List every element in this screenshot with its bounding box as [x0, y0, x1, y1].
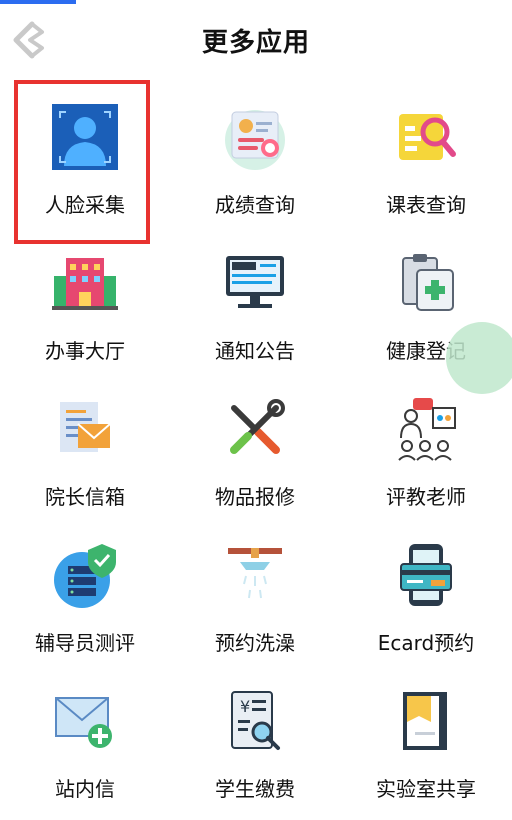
svg-text:¥: ¥	[240, 697, 250, 716]
app-label: 院长信箱	[45, 485, 125, 509]
app-shower-booking[interactable]: 预约洗澡	[170, 524, 340, 670]
teacher-evaluation-icon	[391, 394, 461, 464]
floating-assist-bubble[interactable]	[446, 322, 512, 394]
shower-icon	[220, 540, 290, 610]
app-label: Ecard预约	[377, 631, 475, 655]
mail-add-icon	[50, 686, 120, 756]
app-label: 评教老师	[386, 485, 466, 509]
health-clipboard-icon	[391, 248, 461, 318]
app-counselor-evaluation[interactable]: 辅导员测评	[0, 524, 170, 670]
app-label: 课表查询	[386, 193, 466, 217]
app-internal-message[interactable]: 站内信	[0, 670, 170, 816]
app-label: 辅导员测评	[35, 631, 135, 655]
page-title: 更多应用	[201, 28, 310, 58]
schedule-search-icon	[391, 102, 461, 172]
office-building-icon	[50, 248, 120, 318]
app-student-fees[interactable]: ¥ 学生缴费	[170, 670, 340, 816]
app-label: 通知公告	[215, 339, 295, 363]
app-label: 站内信	[55, 777, 115, 801]
lab-notebook-icon	[391, 686, 461, 756]
mailbox-icon	[50, 394, 120, 464]
grade-report-icon	[220, 102, 290, 172]
server-shield-icon	[50, 540, 120, 610]
repair-tools-icon	[220, 394, 290, 464]
fee-invoice-icon: ¥	[220, 686, 290, 756]
selection-highlight-box	[14, 80, 150, 244]
header: 更多应用	[0, 0, 512, 80]
app-label: 实验室共享	[376, 777, 476, 801]
app-dean-mailbox[interactable]: 院长信箱	[0, 378, 170, 524]
app-schedule-query[interactable]: 课表查询	[341, 86, 511, 232]
app-ecard-booking[interactable]: Ecard预约	[341, 524, 511, 670]
app-label: 物品报修	[215, 485, 295, 509]
app-label: 预约洗澡	[215, 631, 295, 655]
app-label: 成绩查询	[215, 193, 295, 217]
app-lab-sharing[interactable]: 实验室共享	[341, 670, 511, 816]
ecard-phone-icon	[391, 540, 461, 610]
app-item-repair[interactable]: 物品报修	[170, 378, 340, 524]
news-monitor-icon	[220, 248, 290, 318]
app-service-hall[interactable]: 办事大厅	[0, 232, 170, 378]
app-announcements[interactable]: 通知公告	[170, 232, 340, 378]
app-label: 学生缴费	[215, 777, 295, 801]
app-label: 办事大厅	[45, 339, 125, 363]
app-grade-query[interactable]: 成绩查询	[170, 86, 340, 232]
app-teacher-evaluation[interactable]: 评教老师	[341, 378, 511, 524]
